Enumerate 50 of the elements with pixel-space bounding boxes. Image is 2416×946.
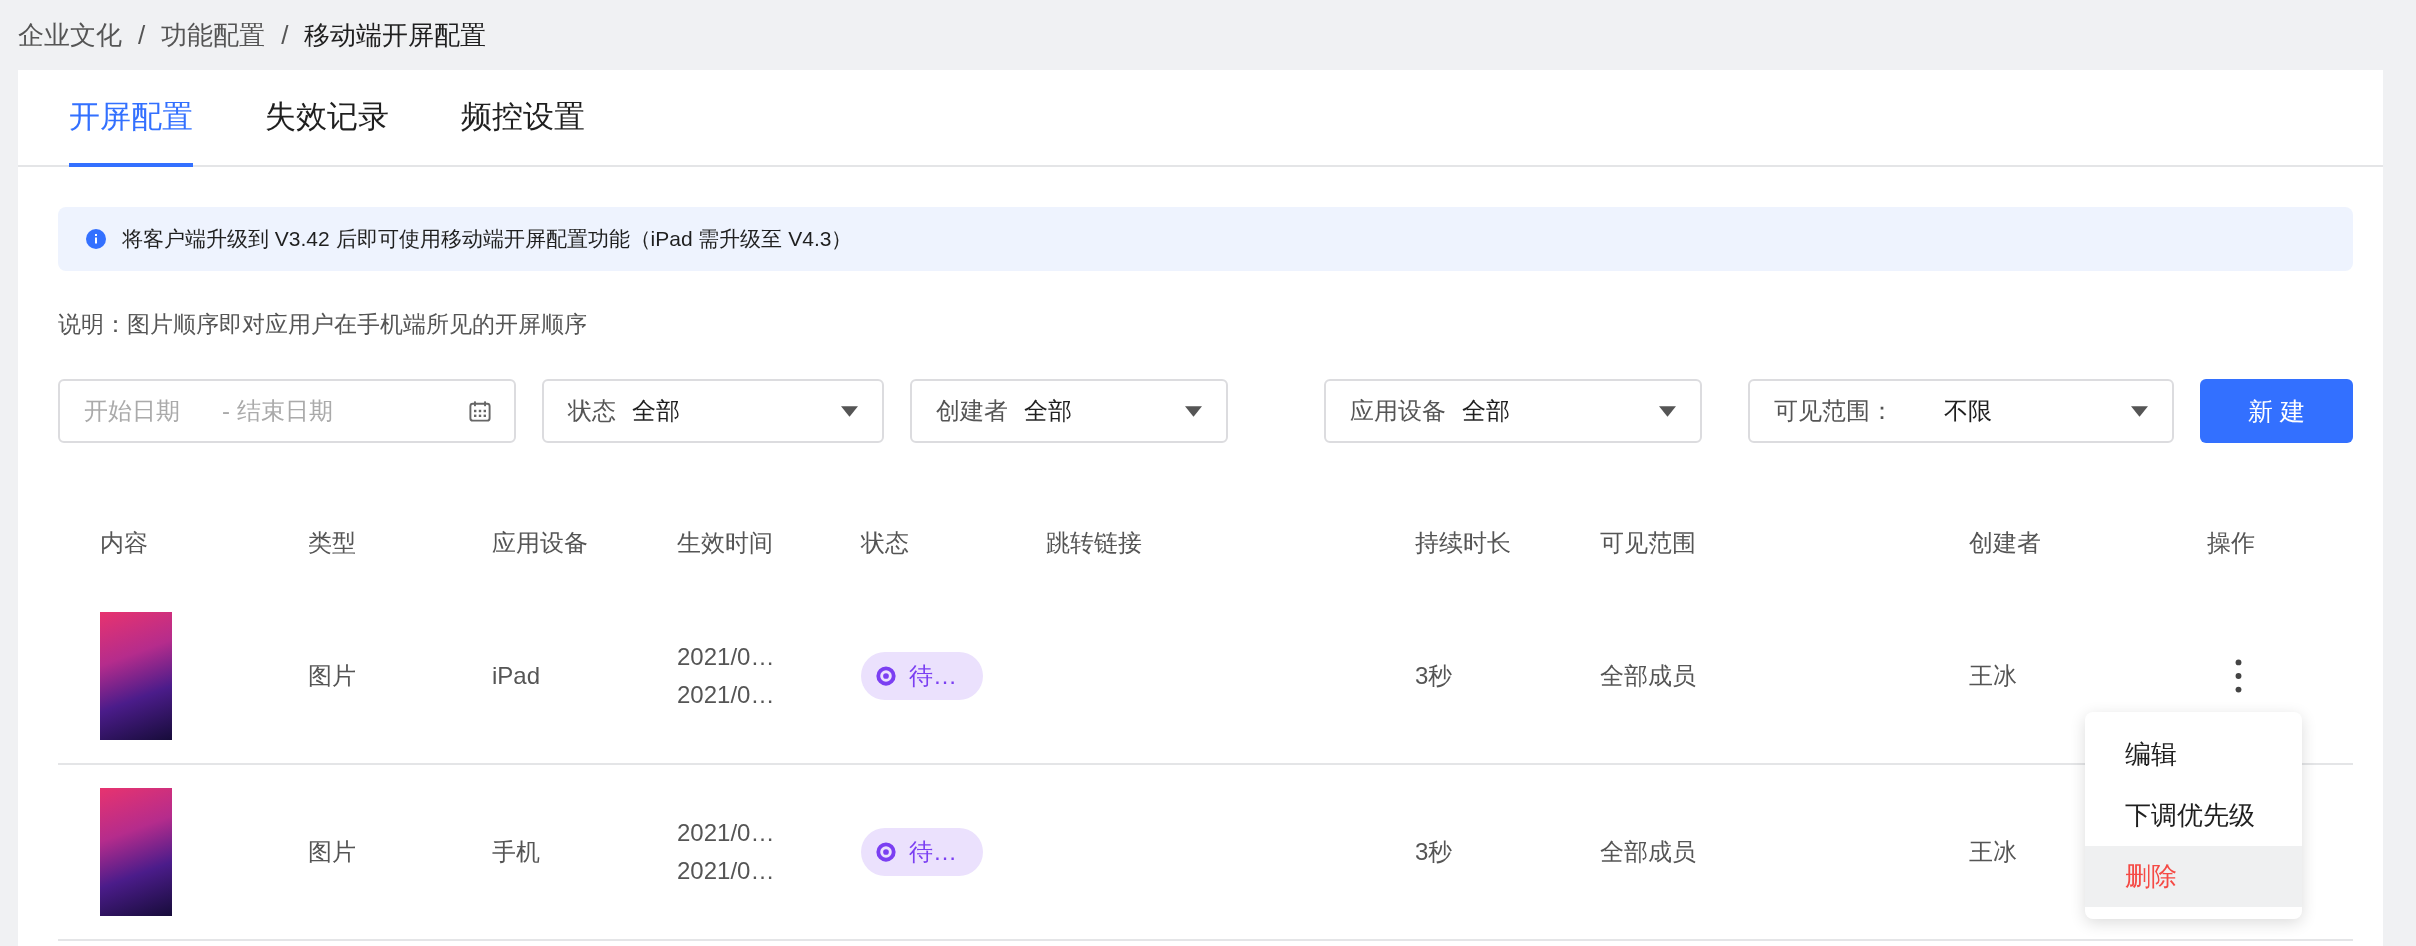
breadcrumb-separator: / — [138, 19, 146, 51]
caret-icon — [2131, 405, 2149, 417]
caret-icon — [1185, 405, 1203, 417]
breadcrumb-link[interactable]: 企业文化 — [18, 17, 122, 53]
info-text: 将客户端升级到 V3.42 后即可使用移动端开屏配置功能（iPad 需升级至 V4.3） — [122, 226, 853, 252]
filter-select[interactable]: 应用设备 全部 — [1324, 379, 1702, 443]
table-cell-text: 王冰 — [1969, 661, 2017, 691]
caret-icon — [840, 405, 858, 417]
table-cell-text: 3秒 — [1415, 837, 1453, 867]
table-cell-text: 3秒 — [1415, 661, 1453, 691]
menu-item[interactable]: 编辑 — [2085, 724, 2302, 785]
column-header: 持续时长 — [1415, 528, 1512, 558]
filter-select[interactable]: 创建者 全部 — [909, 379, 1229, 443]
column-header: 跳转链接 — [1046, 528, 1143, 558]
column-header: 应用设备 — [492, 528, 589, 558]
table-cell-text: 手机 — [492, 837, 540, 867]
tab[interactable]: 开屏配置 — [69, 70, 193, 167]
info-icon — [86, 229, 106, 249]
note-text: 说明：图片顺序即对应用户在手机端所见的开屏顺序 — [58, 310, 588, 339]
more-icon[interactable] — [2235, 659, 2242, 693]
new-button[interactable]: 新 建 — [2200, 379, 2353, 443]
table-cell: 2021/0… — [677, 643, 775, 671]
breadcrumb-link[interactable]: 功能配置 — [161, 17, 266, 53]
column-header: 内容 — [100, 528, 149, 558]
menu-item[interactable]: 下调优先级 — [2085, 785, 2302, 846]
column-header: 生效时间 — [677, 528, 774, 558]
filter-select[interactable]: 状态 全部 — [542, 379, 884, 443]
tab[interactable]: 失效记录 — [265, 70, 389, 167]
calendar-icon — [468, 399, 493, 423]
table-cell-text: 全部成员 — [1600, 837, 1696, 867]
table-cell-text: 图片 — [308, 661, 356, 691]
table-cell: 2021/0… — [677, 819, 775, 847]
table-cell-text: 王冰 — [1969, 837, 2017, 867]
column-header: 创建者 — [1969, 528, 2042, 558]
table-cell: iPad — [492, 662, 541, 690]
column-header: 操作 — [2207, 528, 2256, 558]
table-cell: 2021/0… — [677, 681, 775, 709]
table-cell-text: 图片 — [308, 837, 356, 867]
tab[interactable]: 频控设置 — [461, 70, 585, 167]
breadcrumb-separator: / — [281, 19, 289, 51]
filter-select[interactable]: 可见范围： 不限 — [1747, 379, 2175, 443]
status-badge: 待… — [861, 652, 983, 700]
breadcrumb-current: 移动端开屏配置 — [304, 18, 487, 52]
column-header: 可见范围 — [1600, 528, 1697, 558]
column-header: 状态 — [861, 528, 910, 558]
column-header: 类型 — [308, 528, 357, 558]
caret-icon — [1658, 405, 1676, 417]
table-cell: 2021/0… — [677, 857, 775, 885]
status-badge: 待… — [861, 828, 983, 876]
table-cell-text: 全部成员 — [1600, 661, 1696, 691]
